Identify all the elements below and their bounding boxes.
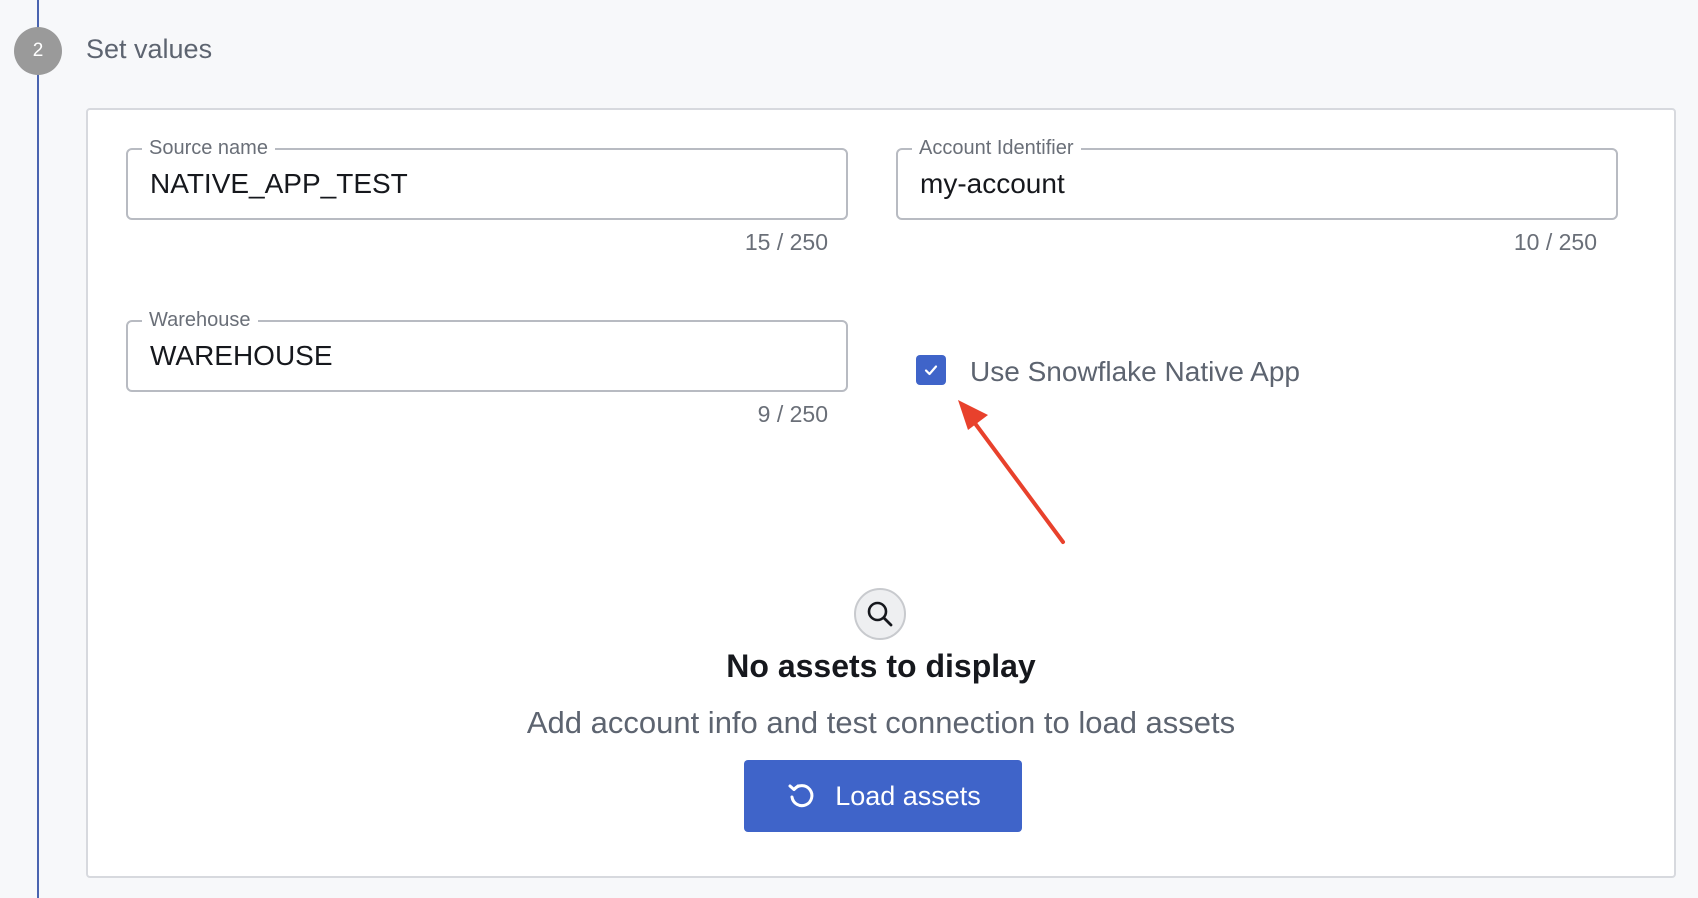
warehouse-label: Warehouse — [142, 310, 258, 330]
step-number-badge: 2 — [14, 27, 62, 75]
source-name-label: Source name — [142, 138, 275, 158]
account-identifier-counter: 10 / 250 — [1513, 229, 1597, 255]
source-name-input[interactable] — [150, 162, 830, 206]
snowflake-native-app-checkbox[interactable] — [916, 355, 946, 385]
source-name-field[interactable]: Source name — [126, 138, 848, 220]
search-badge — [854, 588, 906, 640]
step-title: Set values — [86, 34, 213, 64]
source-name-counter: 15 / 250 — [744, 229, 828, 255]
account-identifier-input[interactable] — [920, 162, 1600, 206]
set-values-card: Source name 15 / 250 Account Identifier … — [86, 108, 1676, 878]
search-icon — [867, 601, 893, 627]
empty-state-title: No assets to display — [726, 648, 1036, 684]
empty-state-subtitle: Add account info and test connection to … — [526, 705, 1236, 740]
warehouse-counter: 9 / 250 — [757, 401, 828, 427]
warehouse-input[interactable] — [150, 334, 830, 378]
snowflake-native-app-label: Use Snowflake Native App — [970, 356, 1300, 387]
stepper-line — [37, 0, 39, 898]
refresh-icon — [788, 784, 814, 808]
check-icon — [924, 365, 938, 376]
account-identifier-label: Account Identifier — [912, 138, 1081, 158]
load-assets-label: Load assets — [835, 780, 981, 811]
load-assets-button[interactable]: Load assets — [744, 760, 1022, 832]
warehouse-field[interactable]: Warehouse — [126, 310, 848, 392]
account-identifier-field[interactable]: Account Identifier — [896, 138, 1618, 220]
